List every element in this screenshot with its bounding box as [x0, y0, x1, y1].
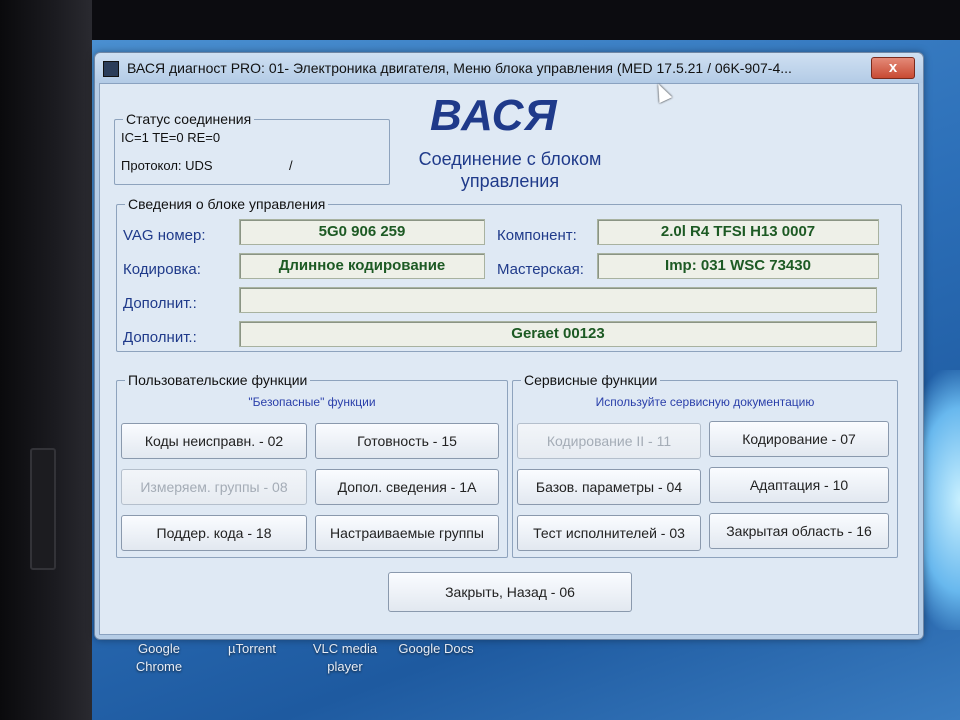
component-field[interactable]: 2.0l R4 TFSI H13 0007 [597, 219, 879, 245]
ecu-info-group: Сведения о блоке управления VAG номер: 5… [116, 196, 902, 352]
extra-info-field-1[interactable] [239, 287, 877, 313]
extra-info-label-1: Дополнит.: [123, 295, 197, 312]
adaptation-button[interactable]: Адаптация - 10 [709, 467, 889, 503]
bezel-port [30, 448, 56, 570]
window-title: ВАСЯ диагност PRO: 01- Электроника двига… [127, 60, 792, 76]
extra-info-field-2[interactable]: Geraet 00123 [239, 321, 877, 347]
security-access-button[interactable]: Закрытая область - 16 [709, 513, 889, 549]
coding2-button[interactable]: Кодирование II - 11 [517, 423, 701, 459]
desktop-shortcut-docs[interactable]: Google Docs [390, 640, 482, 658]
fault-codes-button[interactable]: Коды неисправн. - 02 [121, 423, 307, 459]
desktop-shortcut-chrome[interactable]: Google Chrome [118, 640, 200, 676]
extra-info-button[interactable]: Допол. сведения - 1А [315, 469, 499, 505]
vag-number-label: VAG номер: [123, 227, 206, 244]
connection-status-values: IC=1 TE=0 RE=0 [121, 130, 221, 145]
connection-heading: Соединение с блоком управления [380, 148, 640, 192]
output-test-button[interactable]: Тест исполнителей - 03 [517, 515, 701, 551]
code-support-button[interactable]: Поддер. кода - 18 [121, 515, 307, 551]
desktop-shortcut-utorrent[interactable]: µTorrent [212, 640, 292, 658]
user-functions-title: Пользовательские функции [125, 372, 311, 388]
extra-info-label-2: Дополнит.: [123, 329, 197, 346]
coding-button[interactable]: Кодирование - 07 [709, 421, 889, 457]
service-functions-title: Сервисные функции [521, 372, 661, 388]
connection-heading-line2: управления [460, 171, 560, 191]
user-functions-group: Пользовательские функции "Безопасные" фу… [116, 372, 508, 558]
connection-status-title: Статус соединения [123, 111, 255, 127]
close-window-button[interactable]: x [871, 57, 915, 79]
close-back-button[interactable]: Закрыть, Назад - 06 [388, 572, 632, 612]
connection-heading-line1: Соединение с блоком [418, 149, 602, 169]
app-window: ВАСЯ диагност PRO: 01- Электроника двига… [94, 52, 924, 640]
desktop-shortcut-vlc[interactable]: VLC media player [300, 640, 390, 676]
basic-settings-button[interactable]: Базов. параметры - 04 [517, 469, 701, 505]
readiness-button[interactable]: Готовность - 15 [315, 423, 499, 459]
protocol-separator: / [289, 158, 293, 173]
vag-number-field[interactable]: 5G0 906 259 [239, 219, 485, 245]
window-client-area: Статус соединения IC=1 TE=0 RE=0 Протоко… [99, 83, 919, 635]
user-functions-hint: "Безопасные" функции [248, 395, 376, 409]
connection-status-group: Статус соединения IC=1 TE=0 RE=0 Протоко… [114, 111, 390, 185]
workshop-label: Мастерская: [497, 261, 584, 278]
service-functions-hint: Используйте сервисную документацию [595, 395, 815, 409]
title-bar[interactable]: ВАСЯ диагност PRO: 01- Электроника двига… [95, 53, 923, 83]
coding-field[interactable]: Длинное кодирование [239, 253, 485, 279]
protocol-label: Протокол: UDS [121, 158, 213, 173]
monitor-bezel [0, 0, 92, 720]
coding-label: Кодировка: [123, 261, 201, 278]
ecu-info-title: Сведения о блоке управления [125, 196, 329, 212]
workshop-field[interactable]: Imp: 031 WSC 73430 [597, 253, 879, 279]
custom-groups-button[interactable]: Настраиваемые группы [315, 515, 499, 551]
app-logo: ВАСЯ [430, 91, 558, 140]
app-icon [103, 61, 119, 77]
measuring-groups-button[interactable]: Измеряем. группы - 08 [121, 469, 307, 505]
component-label: Компонент: [497, 227, 577, 244]
service-functions-group: Сервисные функции Используйте сервисную … [512, 372, 898, 558]
